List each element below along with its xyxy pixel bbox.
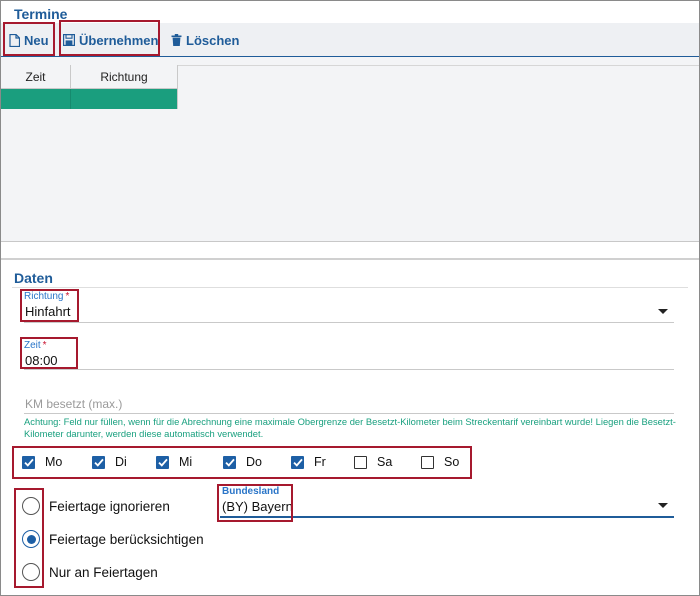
richtung-dropdown-icon[interactable] [658,309,668,314]
highlight-weekdays [12,446,472,479]
termine-grid: Zeit Richtung [1,57,699,242]
delete-button[interactable]: Löschen [171,23,239,57]
highlight-new-button [3,22,55,56]
column-header-richtung[interactable]: Richtung [71,65,177,89]
richtung-underline [24,322,674,323]
column-end-rule [177,65,178,109]
highlight-richtung [20,289,79,322]
km-hint: Achtung: Feld nur füllen, wenn für die A… [24,416,676,439]
radio-feiertage-beruecksichtigen[interactable]: Feiertage berücksichtigen [22,530,204,548]
highlight-zeit [20,337,78,369]
section-divider [1,242,699,260]
km-underline [24,413,674,414]
km-input[interactable]: KM besetzt (max.) [25,397,122,411]
radio-feiertage-ignorieren[interactable]: Feiertage ignorieren [22,497,170,515]
highlight-apply-button [59,20,160,56]
grid-header: Zeit Richtung [1,65,177,89]
radio-label: Nur an Feiertagen [49,564,158,580]
highlight-radios [14,488,44,588]
row-cell-separator [70,89,71,109]
radio-label: Feiertage berücksichtigen [49,531,204,547]
trash-icon [171,34,182,46]
delete-button-label: Löschen [186,32,240,48]
daten-title: Daten [14,270,53,286]
table-row-selected[interactable] [1,89,177,109]
highlight-bundesland [217,484,293,522]
bundesland-dropdown-icon[interactable] [658,503,668,508]
radio-label: Feiertage ignorieren [49,498,170,514]
column-header-zeit[interactable]: Zeit [1,65,70,89]
zeit-underline [24,369,674,370]
daten-title-rule [12,287,688,288]
